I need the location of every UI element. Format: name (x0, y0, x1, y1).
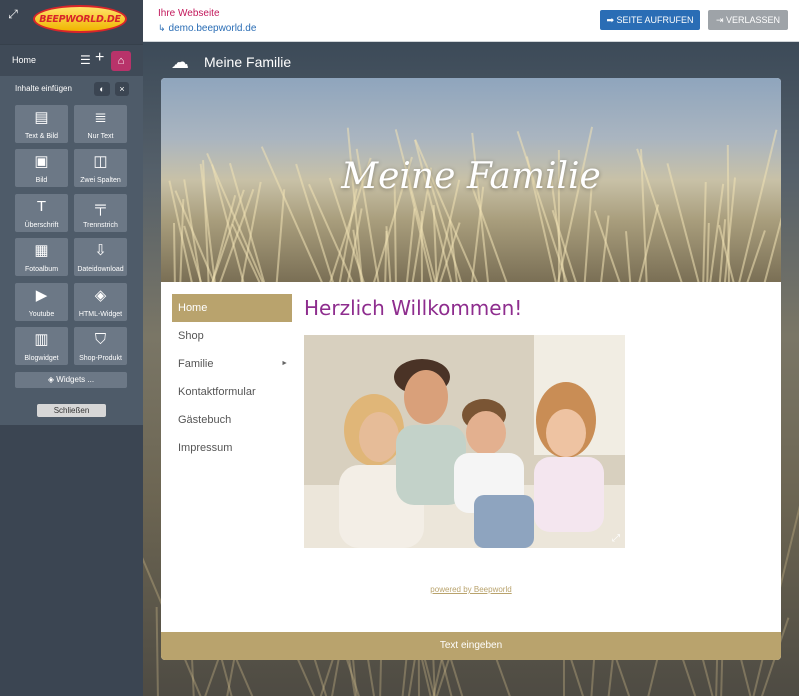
grass-blade (393, 183, 397, 282)
cloud-logo-icon: ☁ (171, 52, 189, 72)
photo-album-icon: ▦ (34, 242, 49, 259)
tile-heading[interactable]: T Überschrift (15, 194, 68, 232)
hero-title[interactable]: Meine Familie (161, 156, 781, 197)
tile-label: Youtube (28, 311, 55, 318)
toggle-icon[interactable]: ◐ (94, 82, 110, 96)
powered-by-link[interactable]: powered by Beepworld (161, 585, 781, 594)
nav-label: Shop (178, 330, 204, 342)
tile-label: Dateidownload (77, 266, 124, 273)
expand-icon[interactable]: ⤢ (5, 6, 21, 22)
site-label: Ihre Webseite (158, 8, 220, 19)
tile-blog-widget[interactable]: ▥ Blogwidget (15, 327, 68, 365)
visit-site-button[interactable]: ➡ SEITE AUFRUFEN (600, 10, 700, 30)
grass-blade (705, 223, 710, 282)
nav-item-gaestebuch[interactable]: Gästebuch (172, 406, 292, 434)
leave-label: VERLASSEN (726, 15, 781, 25)
welcome-heading[interactable]: Herzlich Willkommen! (304, 296, 522, 320)
tile-label: HTML-Widget (78, 311, 123, 318)
grass-blade (173, 223, 177, 282)
site-url-text: demo.beepworld.de (168, 23, 257, 34)
editor-header: ⤢ BEEPWORLD.DE (0, 0, 143, 44)
nav-item-shop[interactable]: Shop (172, 322, 292, 350)
tile-label: Trennstrich (83, 222, 118, 229)
insert-content-header: Inhalte einfügen ◐ × (0, 76, 143, 100)
nav-item-impressum[interactable]: Impressum (172, 434, 292, 462)
nav-label: Impressum (178, 442, 233, 454)
nav-label: Home (178, 302, 208, 314)
grass-blade (275, 189, 286, 282)
nav-label: Gästebuch (178, 414, 232, 426)
tile-label: Überschrift (24, 222, 59, 229)
calendar-icon: ▥ (34, 331, 49, 348)
submenu-arrow-icon: ► (281, 360, 288, 367)
grass-blade (583, 186, 593, 282)
tile-text-image[interactable]: ▤ Text & Bild (15, 105, 68, 143)
family-photo-illustration (304, 335, 625, 548)
widgets-label: Widgets ... (56, 375, 95, 384)
add-page-icon[interactable]: + (95, 49, 104, 67)
site-navigation: Home Shop Familie ► Kontaktformular Gäste… (172, 294, 292, 462)
family-photo[interactable]: ⤢ (304, 335, 625, 548)
site-title[interactable]: Meine Familie (204, 54, 291, 70)
site-url-link[interactable]: ↳ demo.beepworld.de (158, 23, 256, 34)
tile-divider[interactable]: ╤ Trennstrich (74, 194, 127, 232)
tile-file-download[interactable]: ⇩ Dateidownload (74, 238, 127, 276)
text-image-icon: ▤ (34, 109, 49, 126)
divider-icon: ╤ (95, 198, 106, 215)
menu-icon[interactable]: ☰ (80, 53, 91, 67)
shopping-bag-icon: ⛉ (94, 331, 107, 348)
nav-item-kontaktformular[interactable]: Kontaktformular (172, 378, 292, 406)
youtube-icon: ▶ (35, 287, 48, 304)
editor-panel: ⤢ BEEPWORLD.DE Home ☰ + ⌂ Inhalte einfüg… (0, 0, 143, 696)
tile-label: Blogwidget (24, 355, 59, 362)
close-icon[interactable]: × (115, 82, 129, 96)
tile-label: Shop-Produkt (79, 355, 122, 362)
tile-label: Zwei Spalten (80, 177, 121, 184)
two-columns-icon: ◫ (93, 153, 108, 170)
grass-blade (636, 204, 660, 282)
visit-site-label: SEITE AUFRUFEN (616, 15, 694, 25)
nav-item-home[interactable]: Home (172, 294, 292, 322)
download-icon: ⇩ (94, 242, 107, 259)
text-only-icon: ≣ (94, 109, 107, 126)
insert-content-label: Inhalte einfügen (15, 84, 72, 93)
tile-two-columns[interactable]: ◫ Zwei Spalten (74, 149, 127, 187)
nav-label: Familie (178, 358, 214, 370)
widgets-button[interactable]: ◈ Widgets ... (15, 372, 127, 388)
tile-text-only[interactable]: ≣ Nur Text (74, 105, 127, 143)
tile-youtube[interactable]: ▶ Youtube (15, 283, 68, 321)
page-selector: Home ☰ + ⌂ (0, 44, 143, 76)
arrow-right-icon: ➡ (606, 15, 617, 25)
grass-blade (624, 231, 632, 282)
editor-footer-area (0, 425, 143, 696)
home-icon[interactable]: ⌂ (111, 51, 131, 71)
site-preview: ☁ Meine Familie Meine Familie Home Shop … (143, 42, 799, 696)
tile-html-widget[interactable]: ◈ HTML-Widget (74, 283, 127, 321)
content-card: Meine Familie Home Shop Familie ► Kontakt… (161, 78, 781, 660)
exit-icon: ⇥ (715, 15, 726, 25)
expand-image-icon[interactable]: ⤢ (610, 533, 622, 545)
tile-label: Nur Text (87, 133, 114, 140)
tile-shop-product[interactable]: ⛉ Shop-Produkt (74, 327, 127, 365)
footer-text-input[interactable]: Text eingeben (161, 632, 781, 660)
tile-image[interactable]: ▣ Bild (15, 149, 68, 187)
leave-button[interactable]: ⇥ VERLASSEN (708, 10, 788, 30)
grass-blade (155, 607, 159, 696)
nav-item-familie[interactable]: Familie ► (172, 350, 292, 378)
image-icon: ▣ (34, 153, 49, 170)
close-button[interactable]: Schließen (37, 404, 106, 417)
nav-label: Kontaktformular (178, 386, 256, 398)
tile-label: Text & Bild (24, 133, 59, 140)
tile-label: Fotoalbum (24, 266, 59, 273)
return-arrow-icon: ↳ (158, 23, 166, 33)
tile-photo-album[interactable]: ▦ Fotoalbum (15, 238, 68, 276)
html-widget-icon: ◈ (94, 287, 107, 304)
heading-icon: T (36, 198, 47, 215)
current-page-label: Home (12, 55, 37, 65)
hero-banner[interactable]: Meine Familie (161, 78, 781, 282)
beepworld-logo: BEEPWORLD.DE (33, 5, 127, 33)
tile-label: Bild (35, 177, 48, 184)
top-bar: Ihre Webseite ↳ demo.beepworld.de ➡ SEITE… (143, 0, 799, 42)
site-header: ☁ Meine Familie (171, 50, 291, 74)
